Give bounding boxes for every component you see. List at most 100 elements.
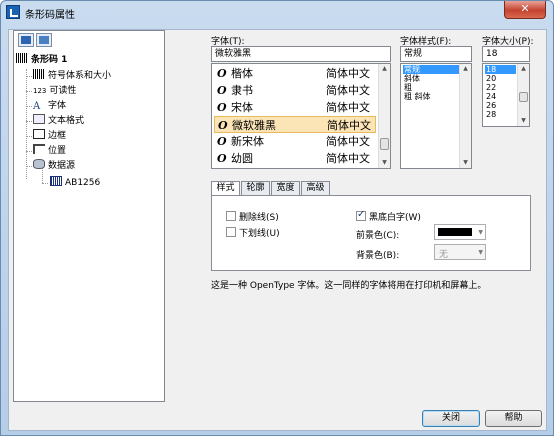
font-name: 幼圆 (231, 152, 253, 165)
foreground-color-label: 前景色(C): (356, 231, 400, 241)
tree-item-label: 边框 (48, 131, 67, 141)
font-list-item[interactable]: O 新宋体 简体中文 (214, 133, 376, 150)
font-script: 简体中文 (326, 152, 370, 165)
font-script: 简体中文 (326, 84, 370, 97)
font-size-input[interactable]: 18 (482, 46, 530, 62)
scroll-down-icon[interactable]: ▼ (518, 116, 529, 126)
font-list-item[interactable]: O 楷体 简体中文 (214, 65, 376, 82)
help-button[interactable]: 帮助 (485, 410, 542, 427)
tree-item-border[interactable]: 边框 (33, 129, 66, 143)
font-style-scrollbar[interactable]: ▲ ▼ (459, 64, 471, 168)
tree-item-symbology[interactable]: 符号体系和大小 (33, 69, 111, 83)
style-tab-panel: 删除线(S) 下划线(U) 黑底白字(W) 前景色(C): ▼ 背景色(B): … (211, 195, 531, 271)
tree-item-ab1256[interactable]: AB1256 (50, 176, 100, 190)
property-tree-pane: 条形码 1 符号体系和大小 123 可读性 A 字体 文本格式 边框 位置 数据… (13, 30, 165, 402)
foreground-swatch (438, 228, 472, 236)
position-icon (33, 144, 45, 154)
font-size-item[interactable]: 20 (485, 74, 516, 83)
tab-advanced[interactable]: 高级 (301, 181, 330, 195)
tree-item-label: 可读性 (49, 86, 77, 96)
tree-item-label: 文本格式 (48, 116, 85, 126)
scroll-up-icon[interactable]: ▲ (460, 64, 471, 74)
scroll-thumb[interactable] (380, 138, 389, 150)
dialog-body: 条形码 1 符号体系和大小 123 可读性 A 字体 文本格式 边框 位置 数据… (8, 29, 547, 431)
underline-label[interactable]: 下划线(U) (239, 226, 280, 239)
font-name-input[interactable]: 微软雅黑 (211, 46, 391, 62)
tree-item-datasource[interactable]: 数据源 (33, 159, 75, 173)
expand-all-icon[interactable] (18, 33, 34, 47)
tree-item-readability[interactable]: 123 可读性 (33, 84, 76, 98)
foreground-color-picker[interactable]: ▼ (434, 224, 486, 240)
font-size-listbox[interactable]: 18 20 22 24 26 28 ▲ ▼ (482, 63, 530, 127)
white-on-black-checkbox[interactable] (356, 209, 366, 221)
font-size-item[interactable]: 26 (485, 101, 516, 110)
white-on-black-label[interactable]: 黑底白字(W) (369, 210, 421, 223)
font-icon: A (33, 101, 41, 112)
app-icon (6, 5, 20, 19)
scroll-thumb[interactable] (519, 92, 528, 102)
tab-outline[interactable]: 轮廓 (241, 181, 270, 195)
opentype-icon: O (217, 67, 227, 80)
tree-item-text-format[interactable]: 文本格式 (33, 114, 84, 128)
tree-item-font[interactable]: A 字体 (33, 99, 66, 113)
font-size-item[interactable]: 24 (485, 92, 516, 101)
dialog-window: 条形码属性 ✕ 条形码 1 符号体系和大小 123 可读性 A 字体 文本格式 … (0, 0, 554, 436)
tree-root-barcode[interactable]: 条形码 1 (16, 53, 67, 67)
chevron-down-icon: ▼ (478, 229, 483, 236)
opentype-icon: O (217, 152, 227, 165)
font-style-input[interactable]: 常规 (400, 46, 472, 62)
title-bar[interactable]: 条形码属性 ✕ (1, 1, 553, 23)
collapse-all-icon[interactable] (36, 33, 52, 47)
scroll-up-icon[interactable]: ▲ (379, 64, 390, 74)
opentype-icon: O (217, 135, 227, 148)
readability-icon: 123 (33, 87, 47, 95)
data-field-icon (50, 176, 62, 186)
font-size-item-selected[interactable]: 18 (485, 65, 516, 74)
font-script: 简体中文 (326, 67, 370, 80)
font-list-item-selected[interactable]: O 微软雅黑 简体中文 (214, 116, 376, 133)
tab-width[interactable]: 宽度 (271, 181, 300, 195)
font-style-item[interactable]: 斜体 (403, 74, 461, 83)
font-name: 楷体 (231, 67, 253, 80)
font-listbox[interactable]: O 楷体 简体中文 O 隶书 简体中文 O 宋体 简体中文 O 微软雅黑 简体中文 O 新宋体 简体… (211, 63, 391, 169)
font-script: 简体中文 (326, 135, 370, 148)
font-style-item[interactable]: 粗 斜体 (403, 92, 461, 101)
font-style-listbox[interactable]: 常规 斜体 粗 粗 斜体 ▲ ▼ (400, 63, 472, 169)
close-window-button[interactable]: ✕ (504, 1, 546, 19)
tree-item-label: 数据源 (48, 161, 76, 171)
font-style-item[interactable]: 粗 (403, 83, 461, 92)
barcode-root-icon (16, 53, 28, 63)
close-button[interactable]: 关闭 (422, 410, 480, 427)
tab-style[interactable]: 样式 (211, 181, 240, 196)
background-color-picker[interactable]: 无 ▼ (434, 244, 486, 260)
font-description: 这是一种 OpenType 字体。这一同样的字体将用在打印机和屏幕上。 (211, 281, 487, 291)
tree-item-position[interactable]: 位置 (33, 144, 66, 158)
font-list-item[interactable]: O 隶书 简体中文 (214, 82, 376, 99)
font-size-item[interactable]: 22 (485, 83, 516, 92)
scroll-down-icon[interactable]: ▼ (379, 158, 390, 168)
font-script: 简体中文 (326, 101, 370, 114)
tree-item-label: 位置 (48, 146, 67, 156)
font-name: 隶书 (231, 84, 253, 97)
border-icon (33, 129, 45, 139)
chevron-down-icon: ▼ (478, 249, 483, 256)
font-list-item[interactable]: O 宋体 简体中文 (214, 99, 376, 116)
background-value: 无 (439, 250, 449, 260)
database-icon (33, 159, 45, 169)
tree-root-label: 条形码 1 (31, 55, 68, 65)
underline-checkbox[interactable] (226, 227, 236, 237)
opentype-icon: O (217, 84, 227, 97)
font-list-item[interactable]: O 幼圆 简体中文 (214, 150, 376, 167)
strikeout-label[interactable]: 删除线(S) (239, 210, 279, 223)
scroll-down-icon[interactable]: ▼ (460, 158, 471, 168)
font-size-item[interactable]: 28 (485, 110, 516, 119)
tree-item-label: 符号体系和大小 (48, 71, 112, 81)
font-list-scrollbar[interactable]: ▲ ▼ (378, 64, 390, 168)
font-size-scrollbar[interactable]: ▲ ▼ (517, 64, 529, 126)
scroll-up-icon[interactable]: ▲ (518, 64, 529, 74)
font-name: 宋体 (231, 101, 253, 114)
strikeout-checkbox[interactable] (226, 211, 236, 221)
font-style-item-selected[interactable]: 常规 (403, 65, 461, 74)
window-title: 条形码属性 (25, 10, 75, 21)
text-format-icon (33, 114, 45, 124)
